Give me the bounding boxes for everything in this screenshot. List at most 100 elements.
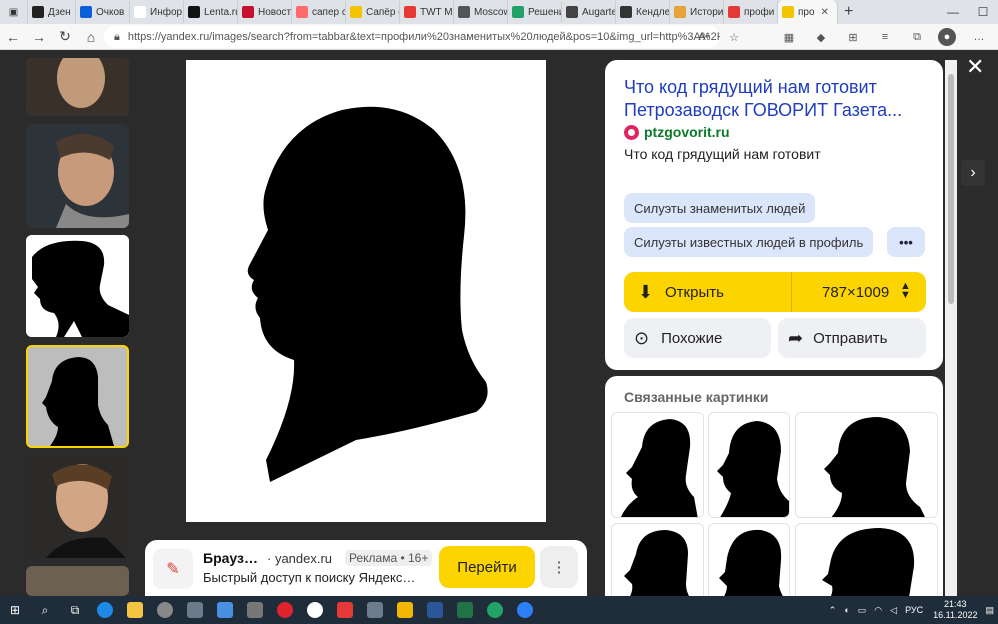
- thumbnail-6[interactable]: [26, 566, 129, 596]
- browser-tab-14[interactable]: профи: [724, 1, 778, 23]
- yandex-browser-icon[interactable]: [300, 596, 330, 624]
- s-app-icon[interactable]: [480, 596, 510, 624]
- related-image-4[interactable]: [611, 523, 704, 598]
- favorites-list-icon[interactable]: ≡: [876, 28, 894, 46]
- yandex-icon[interactable]: [330, 596, 360, 624]
- browser-tab-7[interactable]: Сапёр с: [346, 1, 400, 23]
- read-aloud-icon[interactable]: Aᵃ: [695, 28, 713, 46]
- m-app-2-icon[interactable]: [390, 596, 420, 624]
- collections-2-icon[interactable]: ⧉: [908, 28, 926, 46]
- browser-tab-12[interactable]: Кендле: [616, 1, 670, 23]
- network-icon[interactable]: ◠: [874, 605, 882, 616]
- explorer-icon[interactable]: [120, 596, 150, 624]
- chip-profile-silhouettes[interactable]: Силуэты известных людей в профиль: [624, 227, 874, 257]
- thumbnail-5[interactable]: [26, 456, 129, 558]
- thumbnail-3[interactable]: [26, 235, 129, 337]
- app-icon-3[interactable]: [210, 596, 240, 624]
- related-image-1[interactable]: [611, 412, 704, 518]
- browser-tab-9[interactable]: Moscow: [454, 1, 508, 23]
- tab-actions-icon[interactable]: ▣: [0, 1, 28, 23]
- browser-tab-3[interactable]: Инфор: [130, 1, 184, 23]
- opera-icon[interactable]: [270, 596, 300, 624]
- start-icon[interactable]: ⊞: [0, 596, 30, 624]
- extension-icon[interactable]: ▦: [780, 28, 798, 46]
- ad-menu-icon[interactable]: ⋮: [540, 546, 578, 588]
- more-menu-icon[interactable]: …: [970, 28, 988, 46]
- browser-tab-5[interactable]: Новост: [238, 1, 292, 23]
- browser-tab-4[interactable]: Lenta.ru: [184, 1, 238, 23]
- refresh-icon[interactable]: ↻: [52, 28, 78, 45]
- chip-famous-silhouettes[interactable]: Силуэты знаменитых людей: [624, 193, 816, 223]
- word-icon[interactable]: [420, 596, 450, 624]
- volume-icon[interactable]: ◁: [890, 605, 897, 616]
- browser-tab-6[interactable]: сапер с: [292, 1, 346, 23]
- tab-favicon-icon: [350, 6, 362, 18]
- battery-icon[interactable]: ▭: [858, 605, 867, 616]
- language-indicator[interactable]: РУС: [905, 605, 923, 615]
- tab-favicon-icon: [80, 6, 92, 18]
- thumbnail-1[interactable]: [26, 58, 129, 116]
- browser-tab-2[interactable]: Очков: [76, 1, 130, 23]
- favorite-icon[interactable]: ☆: [725, 28, 743, 46]
- collections-icon[interactable]: ⊞: [844, 28, 862, 46]
- browser-tab-11[interactable]: Augarte: [562, 1, 616, 23]
- tab-favicon-icon: [188, 6, 200, 18]
- tray-chevron-icon[interactable]: ⌃: [829, 605, 837, 616]
- source-link[interactable]: ptzgovorit.ru: [624, 124, 730, 140]
- result-title-link[interactable]: Что код грядущий нам готовит Петрозаводс…: [624, 76, 924, 122]
- panel-scrollbar[interactable]: [945, 60, 957, 596]
- related-image-5[interactable]: [708, 523, 790, 598]
- browser-tab-15[interactable]: про ✕: [778, 0, 838, 24]
- browser-tab-1[interactable]: Дзен: [28, 1, 76, 23]
- app-icon-1[interactable]: [150, 596, 180, 624]
- extension-2-icon[interactable]: ◆: [812, 28, 830, 46]
- next-image-button[interactable]: ›: [961, 160, 985, 186]
- search-icon[interactable]: ⌕: [30, 596, 60, 624]
- app-icon-2[interactable]: [180, 596, 210, 624]
- related-title: Связанные картинки: [624, 389, 769, 405]
- tab-label: Истори: [690, 6, 724, 18]
- ad-app-icon: ✎: [153, 549, 193, 589]
- app-icon-4[interactable]: [240, 596, 270, 624]
- tab-label: TWT M: [420, 6, 453, 18]
- share-arrow-icon: ➦: [788, 327, 804, 348]
- ad-go-button[interactable]: Перейти: [439, 546, 535, 588]
- related-image-3[interactable]: [795, 412, 938, 518]
- browser-tab-13[interactable]: Истори: [670, 1, 724, 23]
- more-chips-button[interactable]: •••: [887, 227, 925, 257]
- home-icon[interactable]: ⌂: [78, 29, 104, 45]
- ad-domain: · yandex.ru: [267, 551, 333, 566]
- url-input[interactable]: 🔒︎ https://yandex.ru/images/search?from=…: [104, 26, 720, 48]
- similar-button[interactable]: ⊙ Похожие: [624, 318, 771, 358]
- m-app-icon[interactable]: [360, 596, 390, 624]
- tray-app-icon[interactable]: ◐: [844, 605, 849, 615]
- maximize-icon[interactable]: ☐: [968, 5, 998, 19]
- thumbnail-4-selected[interactable]: [26, 345, 129, 448]
- w-app-icon[interactable]: [510, 596, 540, 624]
- thumbnail-2[interactable]: [26, 124, 129, 228]
- window-controls: — ☐: [938, 0, 998, 24]
- task-view-icon[interactable]: ⧉: [60, 596, 90, 624]
- scrollbar-thumb[interactable]: [948, 74, 954, 304]
- profile-avatar[interactable]: ●: [938, 28, 956, 46]
- divider: [791, 272, 792, 312]
- clock-date: 16.11.2022: [933, 610, 978, 620]
- edge-icon[interactable]: [90, 596, 120, 624]
- size-select[interactable]: 787×1009: [822, 284, 889, 301]
- close-tab-icon[interactable]: ✕: [821, 7, 829, 18]
- notifications-icon[interactable]: ▤: [985, 605, 994, 616]
- minimize-icon[interactable]: —: [938, 5, 968, 19]
- back-icon[interactable]: ←: [0, 29, 26, 45]
- share-button[interactable]: ➦ Отправить: [778, 318, 926, 358]
- new-tab-button[interactable]: +: [844, 3, 853, 21]
- clock[interactable]: 21:43 16.11.2022: [933, 599, 977, 621]
- related-image-2[interactable]: [708, 412, 790, 518]
- excel-icon[interactable]: [450, 596, 480, 624]
- tab-label: Решени: [528, 6, 562, 18]
- forward-icon[interactable]: →: [26, 29, 52, 45]
- close-viewer-icon[interactable]: ✕: [966, 54, 984, 80]
- browser-tab-8[interactable]: TWT M: [400, 1, 454, 23]
- open-button[interactable]: ⬇ Открыть 787×1009 ▲ ▼: [624, 272, 926, 312]
- browser-tab-10[interactable]: Решени: [508, 1, 562, 23]
- related-image-6[interactable]: [795, 523, 938, 598]
